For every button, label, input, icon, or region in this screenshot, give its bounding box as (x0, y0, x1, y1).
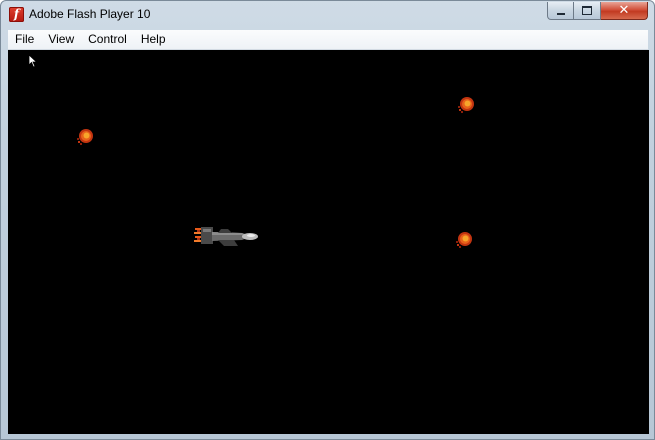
spaceship-sprite (194, 227, 258, 246)
maximize-icon (582, 6, 592, 15)
arrow-cursor-icon (28, 54, 38, 68)
menu-view[interactable]: View (41, 30, 81, 49)
fireball-sprite (458, 97, 474, 113)
flash-icon: f (9, 7, 24, 22)
maximize-button[interactable] (574, 2, 601, 20)
menu-bar: File View Control Help (8, 30, 648, 50)
flash-player-window: f Adobe Flash Player 10 ✕ File View Cont… (0, 0, 655, 440)
close-icon: ✕ (618, 2, 630, 18)
window-title: Adobe Flash Player 10 (29, 7, 151, 21)
menu-control[interactable]: Control (81, 30, 134, 49)
flash-stage[interactable] (8, 50, 649, 434)
fireball-sprite (77, 129, 93, 145)
close-button[interactable]: ✕ (601, 2, 648, 20)
minimize-icon (556, 12, 565, 15)
title-bar[interactable]: f Adobe Flash Player 10 ✕ (1, 1, 654, 29)
menu-help[interactable]: Help (134, 30, 173, 49)
minimize-button[interactable] (547, 2, 574, 20)
menu-file[interactable]: File (8, 30, 41, 49)
fireball-sprite (456, 232, 472, 248)
